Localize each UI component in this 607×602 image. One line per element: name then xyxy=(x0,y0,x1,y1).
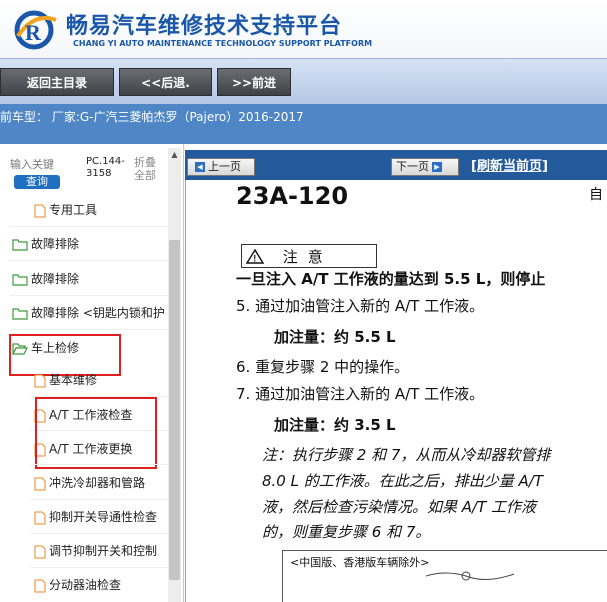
tree-divider xyxy=(10,226,170,227)
refresh-page-link[interactable]: [刷新当前页] xyxy=(471,158,548,176)
app-subtitle: CHANG YI AUTO MAINTENANCE TECHNOLOGY SUP… xyxy=(73,39,373,48)
document-icon xyxy=(34,545,46,558)
tree-item-troubleshooting-key[interactable]: 故障排除 <钥匙内锁和护 xyxy=(12,303,168,323)
search-button[interactable]: 查询 xyxy=(14,175,60,189)
document-viewer: ◀ 上一页 下一页 ▶ [刷新当前页] 23A-120 自 ! 注意 一旦注入 A/… xyxy=(185,144,607,602)
tree-item-troubleshooting-2[interactable]: 故障排除 xyxy=(12,269,168,289)
tree-item-label: 调节抑制开关和控制 xyxy=(49,544,158,558)
prev-page-button[interactable]: ◀ 上一页 xyxy=(187,158,255,176)
tree-divider xyxy=(30,499,170,500)
tree-divider xyxy=(10,329,170,330)
app-header: R 畅易汽车维修技术支持平台 CHANG YI AUTO MAINTENANCE… xyxy=(0,0,607,58)
figure-caption: <中国版、香港版车辆除外> xyxy=(290,556,430,569)
tree-item-inhibitor-switch-check[interactable]: 抑制开关导通性检查 xyxy=(34,507,166,527)
back-button[interactable]: <<后退. xyxy=(119,68,212,96)
warning-title-text: 注意 xyxy=(282,248,333,266)
pc-info: PC.144- 3158 xyxy=(86,156,125,180)
tree-item-label: 基本维修 xyxy=(49,373,98,387)
page-code-side: 自 xyxy=(589,187,603,203)
tree-item-label: 抑制开关导通性检查 xyxy=(49,510,158,524)
warning-title: ! 注意 xyxy=(245,246,333,267)
doc-note: 注：执行步骤 2 和 7，从而从冷却器软管排 xyxy=(262,446,551,464)
folder-icon xyxy=(12,274,28,286)
doc-line: 加注量：约 3.5 L xyxy=(274,416,396,434)
tree-item-inhibitor-switch-adjust[interactable]: 调节抑制开关和控制 xyxy=(34,541,166,561)
tree-item-label: 故障排除 <钥匙内锁和护 xyxy=(31,306,165,320)
home-button[interactable]: 返回主目录 xyxy=(0,68,114,96)
tree-item-label: 故障排除 xyxy=(31,272,80,286)
document-icon xyxy=(34,579,46,592)
current-model-bar: 前车型： 厂家:G-广汽三菱帕杰罗（Pajero）2016-2017 xyxy=(0,104,607,144)
doc-line: 7. 通过加油管注入新的 A/T 工作液。 xyxy=(236,385,485,403)
search-input[interactable]: 输入关键 xyxy=(10,156,72,172)
collapse-all-button[interactable]: 折叠 全部 xyxy=(134,156,156,182)
folder-icon xyxy=(12,308,28,320)
svg-text:!: ! xyxy=(253,254,256,264)
tree-divider xyxy=(10,260,170,261)
tree-item-troubleshooting-1[interactable]: 故障排除 xyxy=(12,234,168,254)
next-page-button[interactable]: 下一页 ▶ xyxy=(391,158,459,176)
next-page-label: 下一页 xyxy=(396,160,429,173)
tree-item-special-tools[interactable]: 专用工具 xyxy=(34,200,166,220)
collapse-label-2: 全部 xyxy=(134,169,156,182)
doc-line: 一旦注入 A/T 工作液的量达到 5.5 L，则停止 xyxy=(236,270,546,288)
doc-line: 加注量：约 5.5 L xyxy=(274,328,396,346)
arrow-left-icon: ◀ xyxy=(195,162,205,172)
tree-item-label: 故障排除 xyxy=(31,237,80,251)
tree-divider xyxy=(30,533,170,534)
doc-note: 液，然后检查污染情况。如果 A/T 工作液 xyxy=(262,498,537,516)
document-icon xyxy=(34,477,46,490)
tree-item-label: 专用工具 xyxy=(49,203,98,217)
page-code: 23A-120 xyxy=(236,182,349,210)
forward-button[interactable]: >>前进 xyxy=(217,68,291,96)
svg-text:R: R xyxy=(25,20,42,45)
pc-info-line1: PC.144- xyxy=(86,156,125,167)
viewer-nav-bar: ◀ 上一页 下一页 ▶ [刷新当前页] xyxy=(185,150,607,180)
tree-scrollbar[interactable]: ▲ xyxy=(168,148,181,602)
pc-info-line2: 3158 xyxy=(86,168,112,179)
figure-sketch-icon xyxy=(426,571,515,581)
document-icon xyxy=(34,511,46,524)
arrow-right-icon: ▶ xyxy=(432,162,442,172)
folder-icon xyxy=(12,239,28,251)
document-icon xyxy=(34,374,46,387)
tree-panel: 输入关键 查询 PC.144- 3158 折叠 全部 专用工具 故障排除 故障排… xyxy=(0,144,184,602)
warning-triangle-icon: ! xyxy=(245,248,265,264)
doc-line: 6. 重复步骤 2 中的操作。 xyxy=(236,358,410,376)
tree-item-label: 冲洗冷却器和管路 xyxy=(49,476,146,490)
doc-note: 8.0 L 的工作液。在此之后，排出少量 A/T xyxy=(262,472,543,490)
tree-item-basic-maintenance[interactable]: 基本维修 xyxy=(34,370,166,390)
scroll-up-arrow-icon[interactable]: ▲ xyxy=(168,148,181,162)
scroll-thumb[interactable] xyxy=(169,240,180,580)
collapse-label-1: 折叠 xyxy=(134,156,156,169)
tree-item-label: 分动器油检查 xyxy=(49,578,122,592)
tree-item-transfer-oil-check[interactable]: 分动器油检查 xyxy=(34,575,166,595)
main-toolbar: 返回主目录 <<后退. >>前进 xyxy=(0,58,607,104)
cy-logo-icon: R xyxy=(14,10,57,50)
tree-item-flush-cooler[interactable]: 冲洗冷却器和管路 xyxy=(34,473,166,493)
app-title: 畅易汽车维修技术支持平台 xyxy=(66,14,343,39)
search-area: 输入关键 查询 xyxy=(10,156,72,190)
highlight-box xyxy=(35,397,157,469)
tree-divider xyxy=(30,567,170,568)
document-page: 23A-120 自 ! 注意 一旦注入 A/T 工作液的量达到 5.5 L，则停… xyxy=(185,180,607,602)
document-icon xyxy=(34,204,46,217)
tree-divider xyxy=(30,464,170,465)
tree-divider xyxy=(10,295,170,296)
doc-line: 5. 通过加油管注入新的 A/T 工作液。 xyxy=(236,297,485,315)
doc-note: 的，则重复步骤 6 和 7。 xyxy=(262,523,431,541)
prev-page-label: 上一页 xyxy=(208,160,241,173)
